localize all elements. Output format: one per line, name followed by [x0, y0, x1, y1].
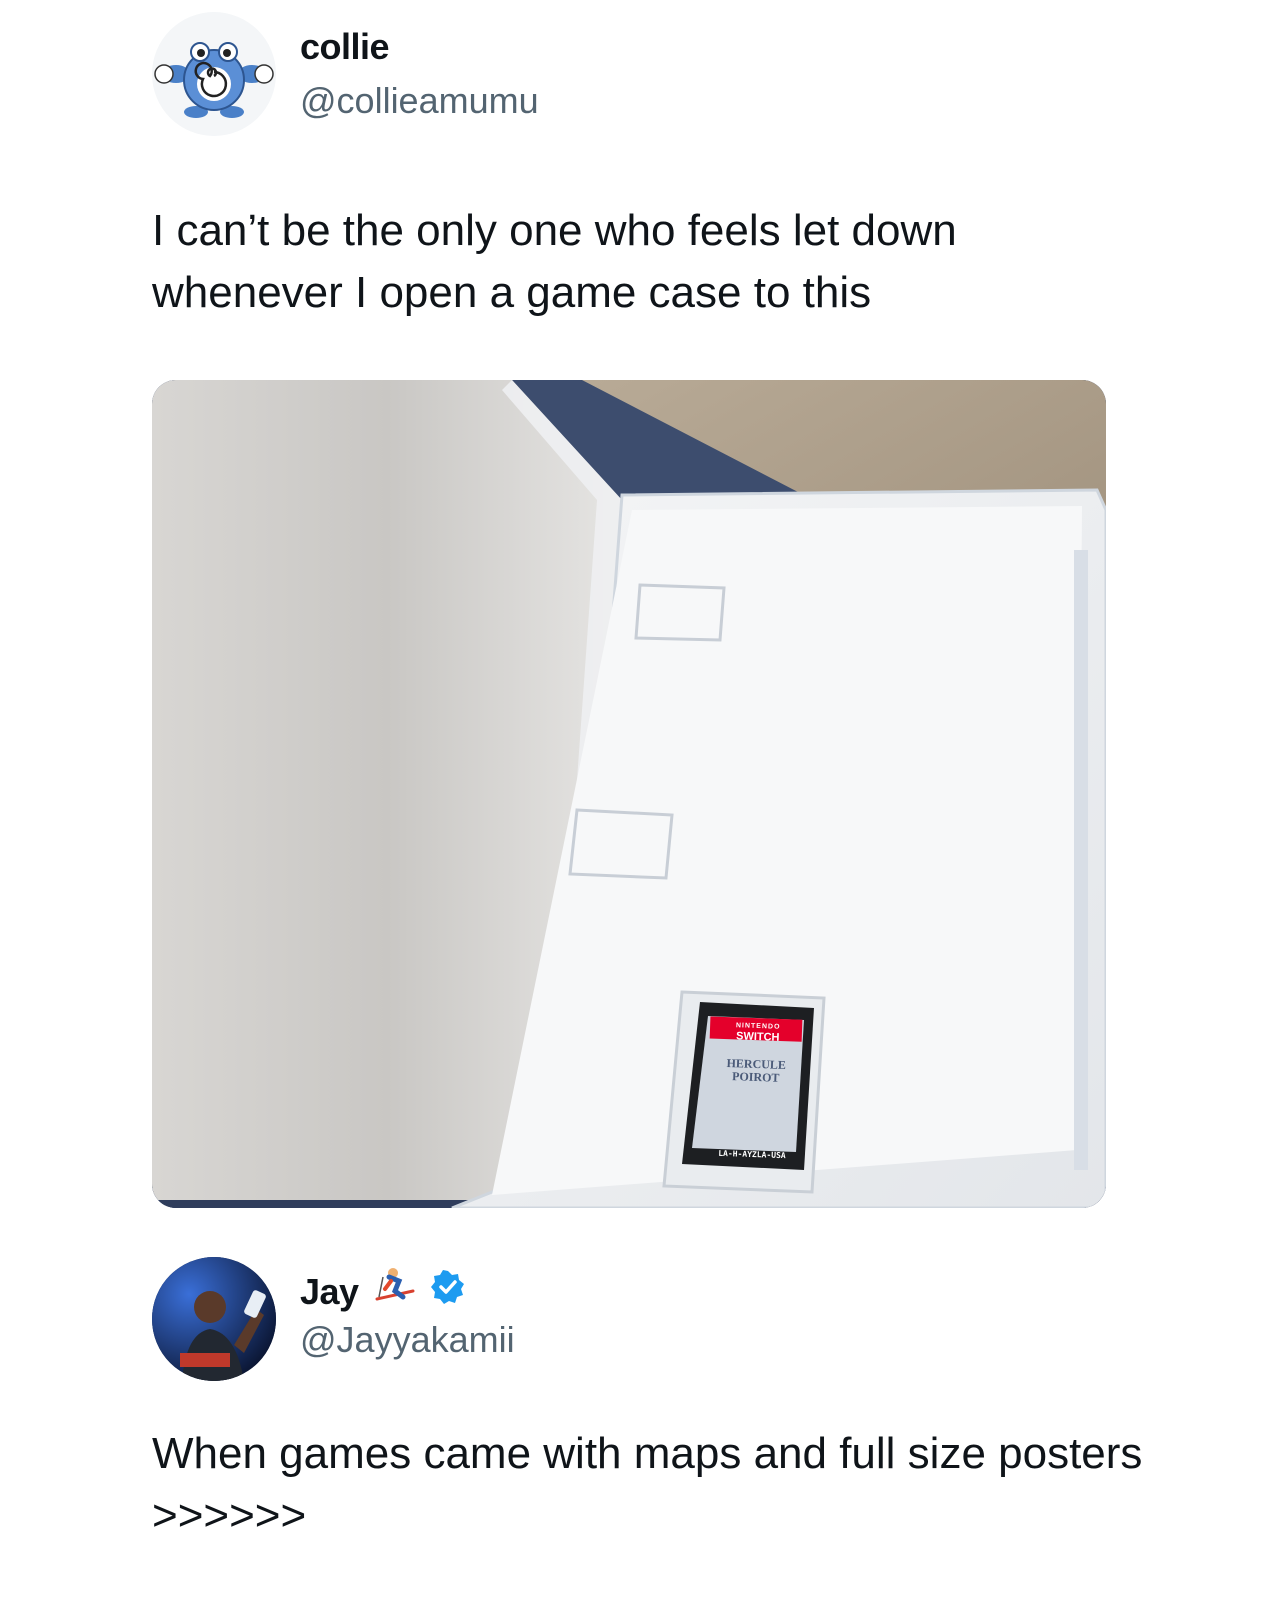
poliwag-avatar-icon: [152, 12, 276, 136]
user-handle[interactable]: @collieamumu: [300, 80, 539, 122]
verified-badge-icon: [430, 1270, 465, 1313]
avatar[interactable]: [152, 12, 276, 136]
tweet-text: I can’t be the only one who feels let do…: [152, 206, 957, 317]
avatar[interactable]: [152, 1257, 276, 1381]
cartridge-label: NINTENDO SWITCH: [712, 1018, 805, 1044]
open-game-case-photo-icon: [152, 380, 1106, 1208]
user-handle[interactable]: @Jayyakamii: [300, 1319, 515, 1361]
tweet-media-photo[interactable]: NINTENDO SWITCH HERCULE POIROT LA-H-AYZL…: [152, 380, 1106, 1208]
cartridge-platform: SWITCH: [735, 1030, 780, 1044]
cartridge-title: HERCULE POIROT: [708, 1056, 805, 1085]
skier-emoji-icon: [373, 1267, 417, 1316]
cartridge-title-line2: POIROT: [731, 1069, 780, 1085]
display-name[interactable]: collie: [300, 26, 390, 68]
display-name-text[interactable]: Jay: [300, 1271, 359, 1313]
profile-photo-avatar-icon: [152, 1257, 276, 1381]
tweet-text: When games came with maps and full size …: [152, 1429, 1143, 1540]
display-name[interactable]: Jay: [300, 1267, 465, 1316]
